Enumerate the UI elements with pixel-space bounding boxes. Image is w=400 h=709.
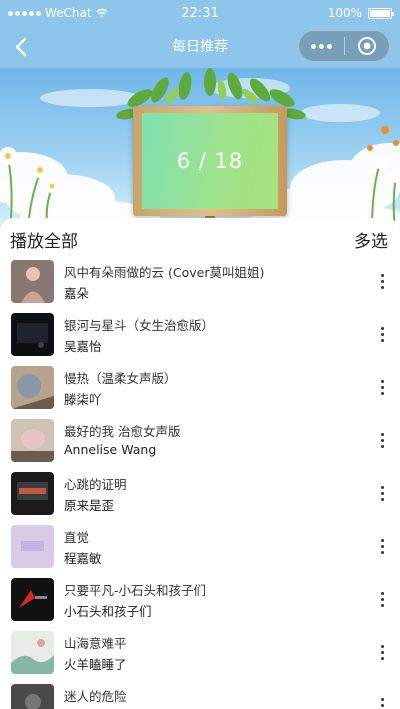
song-row[interactable]: 山海意难平 火羊瞌睡了 bbox=[0, 627, 400, 680]
list-header: 播放全部 多选 bbox=[0, 218, 400, 260]
battery-level bbox=[370, 9, 390, 17]
song-artist: Annelise Wang bbox=[64, 442, 157, 457]
song-list-panel: 播放全部 多选 风中有朵雨做的云 (Cover莫叫姐姐) 嘉朵 银河与星斗（女生… bbox=[0, 218, 400, 709]
album-cover bbox=[11, 472, 54, 515]
album-cover bbox=[11, 313, 54, 356]
song-artist: 吴嘉怡 bbox=[64, 339, 102, 354]
song-artist: 滕柒吖 bbox=[64, 392, 102, 407]
counter-board: 6 / 18 bbox=[133, 106, 287, 216]
play-all-button[interactable]: 播放全部 bbox=[10, 227, 78, 252]
song-artist: 小石头和孩子们 bbox=[64, 604, 152, 619]
song-row[interactable]: 只要平凡-小石头和孩子们 小石头和孩子们 bbox=[0, 574, 400, 627]
song-title: 慢热（温柔女声版） bbox=[64, 371, 177, 386]
wifi-icon bbox=[96, 8, 108, 18]
more-vertical-icon[interactable] bbox=[376, 374, 388, 400]
album-cover bbox=[11, 419, 54, 462]
status-right: 100% bbox=[242, 6, 394, 20]
status-bar: WeChat 22:31 100% bbox=[0, 0, 400, 26]
more-vertical-icon[interactable] bbox=[376, 268, 388, 294]
more-vertical-icon[interactable] bbox=[376, 639, 388, 665]
album-cover bbox=[11, 684, 54, 709]
battery-percent: 100% bbox=[327, 6, 362, 20]
album-cover bbox=[11, 366, 54, 409]
more-vertical-icon[interactable] bbox=[376, 480, 388, 506]
song-title: 只要平凡-小石头和孩子们 bbox=[64, 583, 207, 598]
song-artist: 原来是歪 bbox=[64, 498, 115, 513]
battery-icon bbox=[368, 7, 394, 19]
album-cover bbox=[11, 631, 54, 674]
back-button[interactable] bbox=[6, 32, 36, 62]
target-circle-icon bbox=[357, 37, 376, 55]
song-title: 迷人的危险 bbox=[64, 689, 127, 704]
status-left: WeChat bbox=[8, 6, 158, 20]
song-artist: 火羊瞌睡了 bbox=[64, 657, 127, 672]
song-row[interactable]: 最好的我 治愈女声版 Annelise Wang bbox=[0, 415, 400, 468]
menu-capsule bbox=[298, 30, 390, 62]
banner-counter: 6 / 18 bbox=[142, 113, 278, 209]
close-miniprogram-button[interactable] bbox=[345, 31, 390, 61]
song-title: 山海意难平 bbox=[64, 636, 127, 651]
song-row[interactable]: 心跳的证明 原来是歪 bbox=[0, 468, 400, 521]
song-row[interactable]: 风中有朵雨做的云 (Cover莫叫姐姐) 嘉朵 bbox=[0, 256, 400, 309]
more-vertical-icon[interactable] bbox=[376, 321, 388, 347]
carrier-label: WeChat bbox=[45, 6, 92, 20]
daily-banner: 6 / 18 bbox=[0, 68, 400, 230]
song-title: 直觉 bbox=[64, 530, 90, 545]
song-row[interactable]: 慢热（温柔女声版） 滕柒吖 bbox=[0, 362, 400, 415]
album-cover bbox=[11, 578, 54, 621]
album-cover bbox=[11, 525, 54, 568]
album-cover bbox=[11, 260, 54, 303]
more-vertical-icon[interactable] bbox=[376, 427, 388, 453]
more-vertical-icon[interactable] bbox=[376, 692, 388, 709]
more-dots-icon[interactable] bbox=[299, 31, 344, 61]
chevron-left-icon bbox=[15, 37, 27, 57]
song-title: 最好的我 治愈女声版 bbox=[64, 424, 181, 439]
more-vertical-icon[interactable] bbox=[376, 533, 388, 559]
song-title: 心跳的证明 bbox=[64, 477, 127, 492]
song-row[interactable]: 直觉 程嘉敏 bbox=[0, 521, 400, 574]
page-title: 每日推荐 bbox=[172, 39, 228, 55]
navigation-bar: 每日推荐 bbox=[0, 26, 400, 68]
song-artist: 程嘉敏 bbox=[64, 551, 102, 566]
song-title: 风中有朵雨做的云 (Cover莫叫姐姐) bbox=[64, 265, 265, 280]
multi-select-button[interactable]: 多选 bbox=[354, 227, 388, 252]
song-artist: 嘉朵 bbox=[64, 286, 90, 301]
more-vertical-icon[interactable] bbox=[376, 586, 388, 612]
song-row[interactable]: 迷人的危险 bbox=[0, 680, 400, 709]
signal-strength-icon bbox=[8, 10, 41, 16]
song-title: 银河与星斗（女生治愈版） bbox=[64, 318, 215, 333]
song-row[interactable]: 银河与星斗（女生治愈版） 吴嘉怡 bbox=[0, 309, 400, 362]
status-time: 22:31 bbox=[181, 5, 219, 21]
